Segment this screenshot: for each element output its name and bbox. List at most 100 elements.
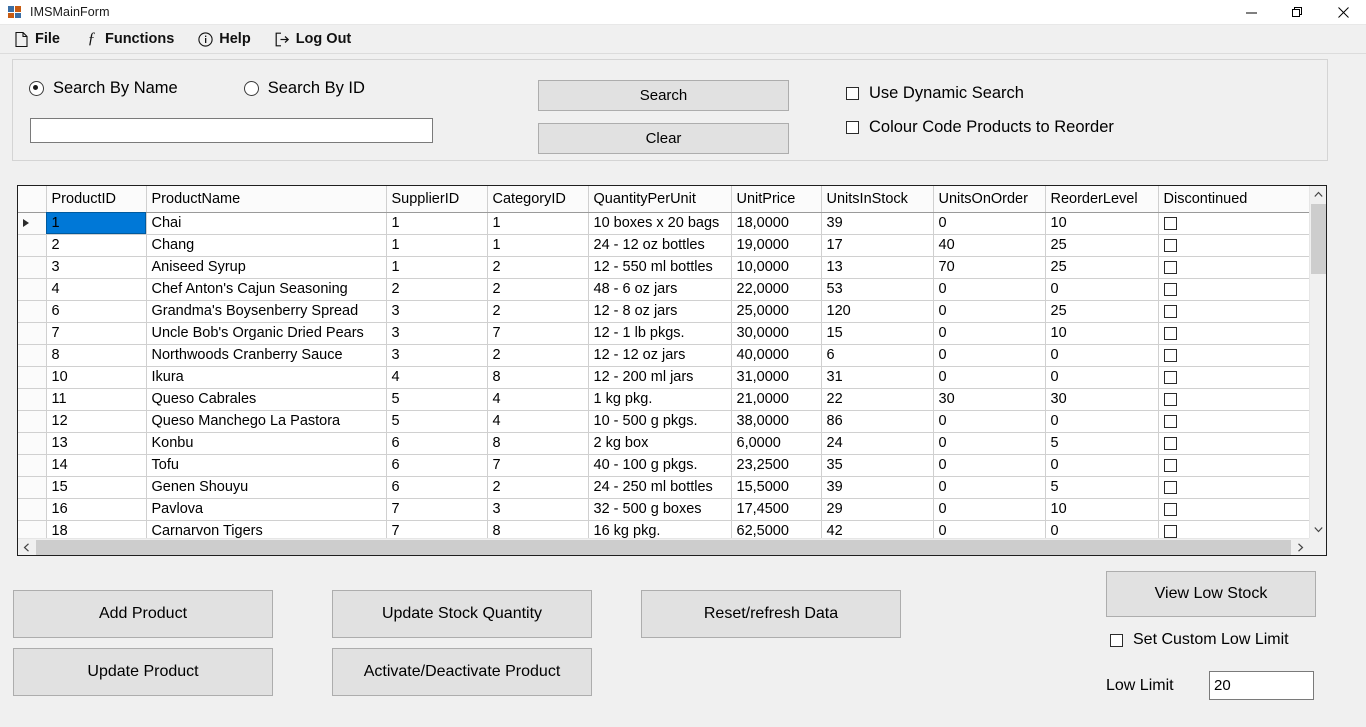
cell-productid[interactable]: 12 (46, 410, 147, 433)
column-header-supplierid[interactable]: SupplierID (386, 186, 488, 213)
table-row[interactable]: 16 Pavlova 7 3 32 - 500 g boxes 17,4500 29 0 10 (18, 498, 1309, 521)
cell-quantityperunit[interactable]: 12 - 200 ml jars (588, 366, 732, 389)
table-row[interactable]: 18 Carnarvon Tigers 7 8 16 kg pkg. 62,5000 42 0… (18, 520, 1309, 538)
menu-item-file[interactable]: File (10, 29, 70, 49)
cell-productname[interactable]: Genen Shouyu (146, 476, 387, 499)
cell-discontinued[interactable] (1158, 322, 1309, 345)
cell-unitsonorder[interactable]: 0 (933, 454, 1046, 477)
cell-categoryid[interactable]: 4 (487, 388, 589, 411)
menu-item-help[interactable]: Help (194, 29, 260, 49)
table-row[interactable]: 11 Queso Cabrales 5 4 1 kg pkg. 21,0000 22 30 30 (18, 388, 1309, 411)
table-row[interactable]: 1 Chai 1 1 10 boxes x 20 bags 18,0000 39 0 10 (18, 212, 1309, 235)
cell-unitsinstock[interactable]: 31 (821, 366, 934, 389)
table-row[interactable]: 15 Genen Shouyu 6 2 24 - 250 ml bottles 15,50… (18, 476, 1309, 499)
row-selector-cell[interactable] (18, 300, 47, 323)
cell-unitprice[interactable]: 15,5000 (731, 476, 822, 499)
cell-discontinued[interactable] (1158, 498, 1309, 521)
cell-unitsonorder[interactable]: 0 (933, 278, 1046, 301)
table-row[interactable]: 8 Northwoods Cranberry Sauce 3 2 12 - 12 oz … (18, 344, 1309, 367)
cell-unitsonorder[interactable]: 0 (933, 322, 1046, 345)
cell-discontinued[interactable] (1158, 344, 1309, 367)
row-selector-cell[interactable] (18, 410, 47, 433)
row-selector-cell[interactable] (18, 432, 47, 455)
cell-reorderlevel[interactable]: 25 (1045, 234, 1159, 257)
cell-categoryid[interactable]: 8 (487, 520, 589, 538)
cell-unitsinstock[interactable]: 42 (821, 520, 934, 538)
cell-reorderlevel[interactable]: 25 (1045, 300, 1159, 323)
cell-productname[interactable]: Chang (146, 234, 387, 257)
activate-deactivate-button[interactable]: Activate/Deactivate Product (332, 648, 592, 696)
cell-unitprice[interactable]: 19,0000 (731, 234, 822, 257)
cell-reorderlevel[interactable]: 0 (1045, 520, 1159, 538)
cell-quantityperunit[interactable]: 40 - 100 g pkgs. (588, 454, 732, 477)
cell-quantityperunit[interactable]: 12 - 1 lb pkgs. (588, 322, 732, 345)
cell-supplierid[interactable]: 2 (386, 278, 488, 301)
menu-item-functions[interactable]: ƒ Functions (80, 29, 184, 49)
cell-unitsonorder[interactable]: 0 (933, 366, 1046, 389)
products-datagrid[interactable]: ProductID ProductName SupplierID Categor… (17, 185, 1327, 556)
cell-unitsinstock[interactable]: 29 (821, 498, 934, 521)
cell-quantityperunit[interactable]: 12 - 8 oz jars (588, 300, 732, 323)
cell-productid[interactable]: 4 (46, 278, 147, 301)
cell-productname[interactable]: Aniseed Syrup (146, 256, 387, 279)
cell-reorderlevel[interactable]: 0 (1045, 454, 1159, 477)
column-header-reorderlevel[interactable]: ReorderLevel (1045, 186, 1159, 213)
cell-productname[interactable]: Queso Manchego La Pastora (146, 410, 387, 433)
cell-productid[interactable]: 15 (46, 476, 147, 499)
cell-unitsinstock[interactable]: 15 (821, 322, 934, 345)
table-row[interactable]: 6 Grandma's Boysenberry Spread 3 2 12 - 8 oz… (18, 300, 1309, 323)
cell-unitprice[interactable]: 31,0000 (731, 366, 822, 389)
scroll-right-icon[interactable] (1292, 539, 1309, 555)
cell-discontinued[interactable] (1158, 410, 1309, 433)
cell-productname[interactable]: Tofu (146, 454, 387, 477)
cell-supplierid[interactable]: 1 (386, 256, 488, 279)
cell-unitprice[interactable]: 40,0000 (731, 344, 822, 367)
cell-reorderlevel[interactable]: 10 (1045, 498, 1159, 521)
cell-productid[interactable]: 6 (46, 300, 147, 323)
cell-discontinued[interactable] (1158, 520, 1309, 538)
column-header-unitprice[interactable]: UnitPrice (731, 186, 822, 213)
cell-quantityperunit[interactable]: 48 - 6 oz jars (588, 278, 732, 301)
discontinued-checkbox[interactable] (1163, 260, 1177, 274)
table-row[interactable]: 12 Queso Manchego La Pastora 5 4 10 - 500 g … (18, 410, 1309, 433)
cell-unitsonorder[interactable]: 0 (933, 212, 1046, 235)
cell-categoryid[interactable]: 1 (487, 212, 589, 235)
clear-button[interactable]: Clear (538, 123, 789, 154)
row-header-corner[interactable] (18, 186, 47, 213)
cell-supplierid[interactable]: 3 (386, 300, 488, 323)
discontinued-checkbox[interactable] (1163, 238, 1177, 252)
cell-supplierid[interactable]: 3 (386, 344, 488, 367)
row-selector-cell[interactable] (18, 212, 47, 235)
minimize-icon[interactable] (1228, 0, 1274, 24)
row-selector-cell[interactable] (18, 234, 47, 257)
row-selector-cell[interactable] (18, 388, 47, 411)
search-input[interactable] (30, 118, 433, 143)
cell-unitsinstock[interactable]: 13 (821, 256, 934, 279)
cell-categoryid[interactable]: 4 (487, 410, 589, 433)
cell-unitprice[interactable]: 10,0000 (731, 256, 822, 279)
cell-unitprice[interactable]: 62,5000 (731, 520, 822, 538)
view-low-stock-button[interactable]: View Low Stock (1106, 571, 1316, 617)
discontinued-checkbox[interactable] (1163, 436, 1177, 450)
cell-supplierid[interactable]: 5 (386, 388, 488, 411)
discontinued-checkbox[interactable] (1163, 502, 1177, 516)
cell-supplierid[interactable]: 5 (386, 410, 488, 433)
cell-discontinued[interactable] (1158, 300, 1309, 323)
cell-unitprice[interactable]: 25,0000 (731, 300, 822, 323)
column-header-unitsinstock[interactable]: UnitsInStock (821, 186, 934, 213)
cell-unitprice[interactable]: 21,0000 (731, 388, 822, 411)
cell-supplierid[interactable]: 7 (386, 520, 488, 538)
cell-quantityperunit[interactable]: 32 - 500 g boxes (588, 498, 732, 521)
cell-unitsinstock[interactable]: 86 (821, 410, 934, 433)
cell-productname[interactable]: Pavlova (146, 498, 387, 521)
cell-categoryid[interactable]: 1 (487, 234, 589, 257)
row-selector-cell[interactable] (18, 322, 47, 345)
cell-discontinued[interactable] (1158, 388, 1309, 411)
radio-search-by-name[interactable]: Search By Name (29, 79, 178, 98)
cell-unitprice[interactable]: 38,0000 (731, 410, 822, 433)
cell-productid[interactable]: 16 (46, 498, 147, 521)
cell-productid[interactable]: 10 (46, 366, 147, 389)
cell-discontinued[interactable] (1158, 278, 1309, 301)
cell-productid[interactable]: 1 (46, 212, 147, 235)
discontinued-checkbox[interactable] (1163, 370, 1177, 384)
